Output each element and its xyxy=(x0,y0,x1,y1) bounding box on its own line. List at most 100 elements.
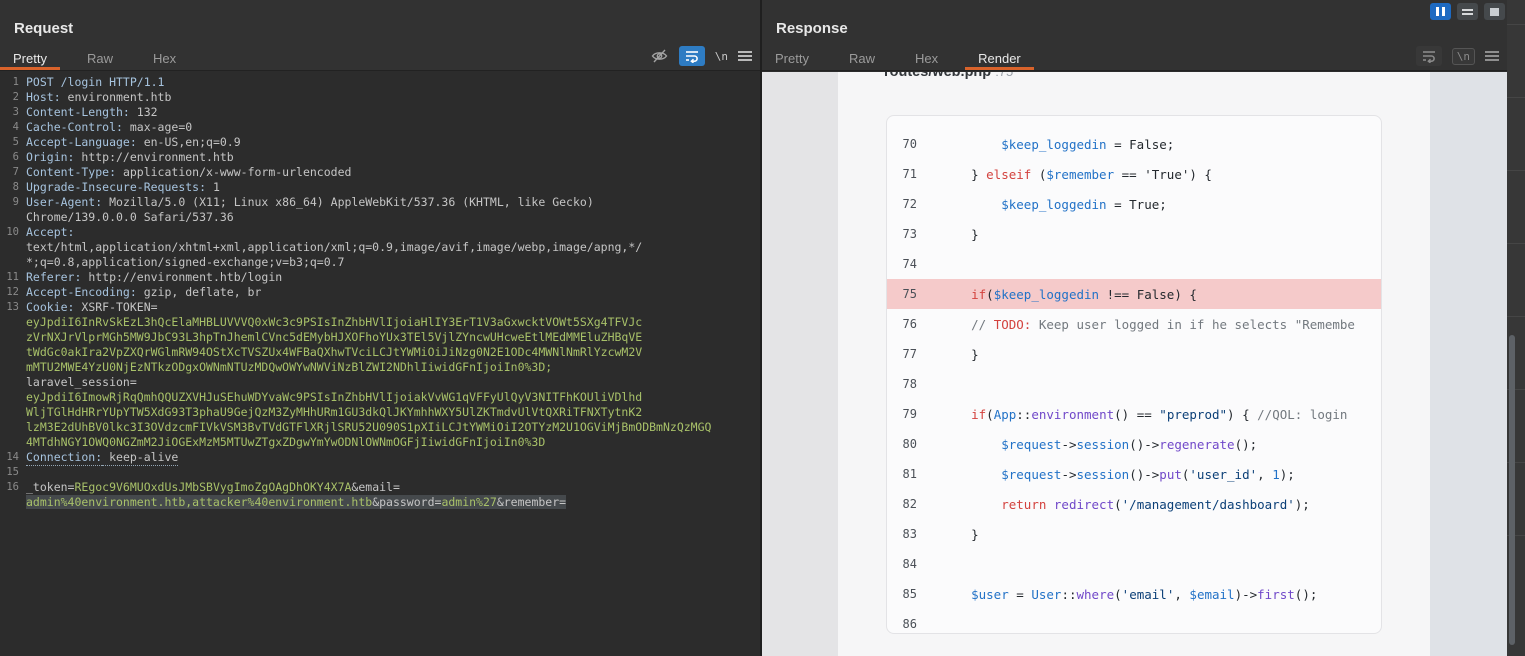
pause-button[interactable] xyxy=(1430,3,1451,20)
request-line[interactable]: 9User-Agent: Mozilla/5.0 (X11; Linux x86… xyxy=(0,195,760,225)
line-number: 12 xyxy=(0,285,26,300)
window-controls xyxy=(1430,3,1505,20)
request-line[interactable]: 12Accept-Encoding: gzip, deflate, br xyxy=(0,285,760,300)
split-layout-button[interactable] xyxy=(1457,3,1478,20)
code-line: 77 } xyxy=(887,339,1381,369)
request-line[interactable]: 7Content-Type: application/x-www-form-ur… xyxy=(0,165,760,180)
line-number: 8 xyxy=(0,180,26,195)
tab-pretty[interactable]: Pretty xyxy=(762,46,822,70)
line-number: 11 xyxy=(0,270,26,285)
line-number: 14 xyxy=(0,450,26,465)
code-line-text: } xyxy=(941,347,979,362)
line-text[interactable] xyxy=(26,465,752,480)
line-number: 7 xyxy=(0,165,26,180)
line-number: 1 xyxy=(0,75,26,90)
code-line: 76 // TODO: Keep user logged in if he se… xyxy=(887,309,1381,339)
line-text[interactable]: Referer: http://environment.htb/login xyxy=(26,270,752,285)
hide-nonprintable-icon[interactable] xyxy=(650,47,669,65)
response-tabs: Pretty Raw Hex Render xyxy=(762,46,1048,70)
response-header-icons: \n xyxy=(1416,46,1499,66)
tab-render[interactable]: Render xyxy=(965,46,1034,70)
code-line-text: $request->session()->put('user_id', 1); xyxy=(941,467,1295,482)
request-line[interactable]: 5Accept-Language: en-US,en;q=0.9 xyxy=(0,135,760,150)
code-line-number: 84 xyxy=(887,557,941,571)
tab-hex[interactable]: Hex xyxy=(902,46,951,70)
request-line[interactable]: 1POST /login HTTP/1.1 xyxy=(0,75,760,90)
file-line-number: :75 xyxy=(995,72,1013,79)
line-text[interactable]: POST /login HTTP/1.1 xyxy=(26,75,752,90)
line-text[interactable]: Host: environment.htb xyxy=(26,90,752,105)
burp-repeater-view: Request PrettyRawHex xyxy=(0,0,1525,656)
line-text[interactable]: Cookie: XSRF-TOKEN= eyJpdiI6InRvSkEzL3hQ… xyxy=(26,300,752,450)
request-line[interactable]: 15 xyxy=(0,465,760,480)
pause-icon xyxy=(1436,7,1445,16)
code-line-number: 72 xyxy=(887,197,941,211)
response-title: Response xyxy=(776,20,848,37)
code-line: 85 $user = User::where('email', $email)-… xyxy=(887,579,1381,609)
request-line[interactable]: 10Accept: text/html,application/xhtml+xm… xyxy=(0,225,760,270)
menu-icon[interactable] xyxy=(738,49,752,63)
split-icon xyxy=(1462,7,1473,17)
code-line-text: $keep_loggedin = True; xyxy=(941,197,1167,212)
code-line-number: 78 xyxy=(887,377,941,391)
line-text[interactable]: Accept: text/html,application/xhtml+xml,… xyxy=(26,225,752,270)
request-panel: Request PrettyRawHex xyxy=(0,0,760,656)
line-text[interactable]: Connection: keep-alive xyxy=(26,450,752,465)
tab-raw[interactable]: Raw xyxy=(836,46,888,70)
code-line-highlighted: 75 if($keep_loggedin !== False) { xyxy=(887,279,1381,309)
request-line[interactable]: 13Cookie: XSRF-TOKEN= eyJpdiI6InRvSkEzL3… xyxy=(0,300,760,450)
line-text[interactable]: Origin: http://environment.htb xyxy=(26,150,752,165)
line-text[interactable]: Accept-Language: en-US,en;q=0.9 xyxy=(26,135,752,150)
request-editor[interactable]: 1POST /login HTTP/1.12Host: environment.… xyxy=(0,72,760,656)
word-wrap-button-disabled[interactable] xyxy=(1416,46,1442,66)
code-line: 86 xyxy=(887,609,1381,634)
request-tabs: Pretty Raw Hex xyxy=(0,46,203,70)
request-line[interactable]: 8Upgrade-Insecure-Requests: 1 xyxy=(0,180,760,195)
response-scrollbar-thumb[interactable] xyxy=(1509,335,1515,645)
render-page-content: routes/web.php :75 70 $keep_loggedin = F… xyxy=(838,72,1430,656)
request-line[interactable]: 16_token=REgoc9V6MUOxdUsJMbSBVygImoZgOAg… xyxy=(0,480,760,510)
code-line-number: 82 xyxy=(887,497,941,511)
response-header: Response Pretty Raw Hex Render \n xyxy=(762,0,1507,71)
line-text[interactable]: Cache-Control: max-age=0 xyxy=(26,120,752,135)
line-number: 4 xyxy=(0,120,26,135)
code-line-number: 79 xyxy=(887,407,941,421)
render-page-margin-right xyxy=(1430,72,1507,656)
request-line[interactable]: 14Connection: keep-alive xyxy=(0,450,760,465)
line-text[interactable]: Upgrade-Insecure-Requests: 1 xyxy=(26,180,752,195)
line-text[interactable]: _token=REgoc9V6MUOxdUsJMbSBVygImoZgOAgDh… xyxy=(26,480,752,510)
line-number: 16 xyxy=(0,480,26,510)
response-panel: Response Pretty Raw Hex Render \n xyxy=(762,0,1507,656)
request-line[interactable]: 2Host: environment.htb xyxy=(0,90,760,105)
newline-toggle-disabled[interactable]: \n xyxy=(1452,48,1475,65)
line-text[interactable]: Content-Length: 132 xyxy=(26,105,752,120)
request-header-icons: \n xyxy=(650,46,752,66)
code-line-text: if($keep_loggedin !== False) { xyxy=(941,287,1197,302)
line-number: 9 xyxy=(0,195,26,225)
file-path: routes/web.php xyxy=(884,72,991,80)
code-snippet-card: 70 $keep_loggedin = False;71 } elseif ($… xyxy=(886,115,1382,634)
request-line[interactable]: 6Origin: http://environment.htb xyxy=(0,150,760,165)
code-line-text: $request->session()->regenerate(); xyxy=(941,437,1257,452)
code-line-text: $keep_loggedin = False; xyxy=(941,137,1174,152)
line-text[interactable]: Accept-Encoding: gzip, deflate, br xyxy=(26,285,752,300)
request-line[interactable]: 11Referer: http://environment.htb/login xyxy=(0,270,760,285)
line-text[interactable]: Content-Type: application/x-www-form-url… xyxy=(26,165,752,180)
maximize-icon xyxy=(1490,8,1499,16)
menu-icon[interactable] xyxy=(1485,49,1499,63)
newline-toggle[interactable]: \n xyxy=(715,50,728,63)
word-wrap-button[interactable] xyxy=(679,46,705,66)
request-line[interactable]: 4Cache-Control: max-age=0 xyxy=(0,120,760,135)
tab-hex[interactable]: Hex xyxy=(140,46,189,70)
code-line-number: 71 xyxy=(887,167,941,181)
tab-raw[interactable]: Raw xyxy=(74,46,126,70)
code-line: 79 if(App::environment() == "preprod") {… xyxy=(887,399,1381,429)
maximize-button[interactable] xyxy=(1484,3,1505,20)
code-line: 81 $request->session()->put('user_id', 1… xyxy=(887,459,1381,489)
code-line-number: 75 xyxy=(887,287,941,301)
line-number: 5 xyxy=(0,135,26,150)
line-text[interactable]: User-Agent: Mozilla/5.0 (X11; Linux x86_… xyxy=(26,195,752,225)
tab-pretty[interactable]: Pretty xyxy=(0,46,60,70)
line-number: 15 xyxy=(0,465,26,480)
request-line[interactable]: 3Content-Length: 132 xyxy=(0,105,760,120)
